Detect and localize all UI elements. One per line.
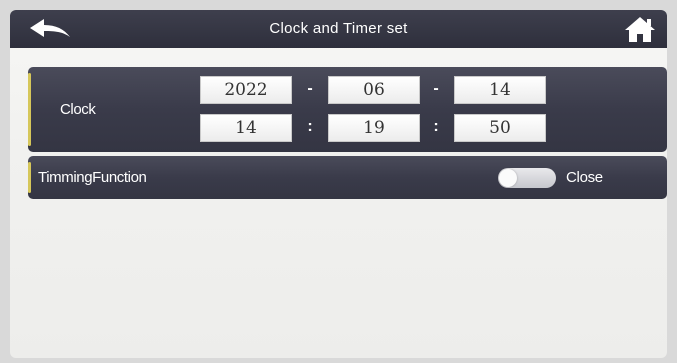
timing-function-label: TimmingFunction (38, 169, 147, 186)
time-separator: : (433, 118, 439, 135)
panel-accent (28, 162, 31, 193)
year-field[interactable]: 2022 (200, 76, 292, 104)
day-field[interactable]: 14 (454, 76, 546, 104)
hour-field[interactable]: 14 (200, 114, 292, 142)
timing-state-label: Close (566, 169, 603, 186)
panel-accent (28, 73, 31, 146)
screen: Clock and Timer set Clock 2022 - 06 - 14… (10, 10, 667, 358)
header-bar: Clock and Timer set (10, 10, 667, 48)
clock-panel: Clock 2022 - 06 - 14 14 : 19 : 50 (28, 67, 667, 152)
date-separator: - (433, 80, 439, 97)
clock-label: Clock (60, 101, 96, 118)
minute-field[interactable]: 19 (328, 114, 420, 142)
month-field[interactable]: 06 (328, 76, 420, 104)
toggle-knob (499, 169, 517, 187)
home-icon (625, 17, 655, 42)
second-field[interactable]: 50 (454, 114, 546, 142)
timing-panel: TimmingFunction Close (28, 156, 667, 199)
home-button[interactable] (623, 14, 657, 44)
timing-toggle[interactable] (498, 168, 556, 188)
date-separator: - (307, 80, 313, 97)
time-separator: : (307, 118, 313, 135)
page-title: Clock and Timer set (269, 20, 408, 37)
